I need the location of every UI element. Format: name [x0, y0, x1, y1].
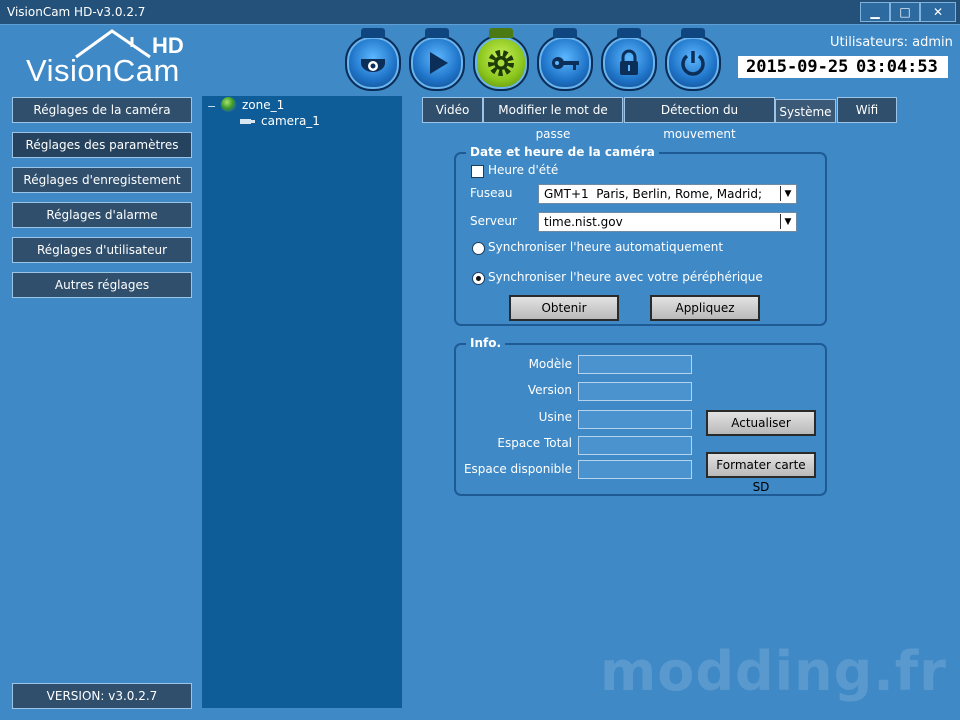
camera-icon [240, 119, 255, 124]
logo-wordmark: VisionCam [26, 53, 180, 88]
device-sync-radio[interactable] [472, 272, 485, 285]
sidebar-item-parameter-settings[interactable]: Réglages des paramètres [12, 132, 192, 158]
watermark: modding.fr [600, 640, 947, 703]
apply-time-button[interactable]: Appliquez [650, 295, 760, 321]
datetime-group-title: Date et heure de la caméra [466, 145, 659, 159]
factory-label: Usine [538, 410, 572, 424]
key-icon[interactable] [537, 28, 593, 91]
version-field-label: Version [527, 383, 572, 397]
current-user-label: Utilisateurs: admin [830, 35, 953, 50]
tab-video[interactable]: Vidéo [422, 97, 483, 123]
free-space-field [578, 460, 692, 479]
auto-sync-radio[interactable] [472, 242, 485, 255]
gear-icon[interactable] [473, 28, 529, 91]
dst-checkbox[interactable] [471, 165, 484, 178]
device-tree: − zone_1 camera_1 [202, 96, 402, 708]
datetime-display: 2015-09-25 03:04:53 [738, 56, 948, 78]
close-button[interactable]: ✕ [920, 2, 956, 22]
tab-motion-detection[interactable]: Détection du mouvement [624, 97, 775, 141]
model-field [578, 355, 692, 374]
sidebar-item-recording-settings[interactable]: Réglages d'enregistement [12, 167, 192, 193]
model-label: Modèle [528, 357, 572, 371]
dst-label: Heure d'été [488, 163, 559, 177]
sidebar-item-camera-settings[interactable]: Réglages de la caméra [12, 97, 192, 123]
chevron-down-icon[interactable]: ▼ [780, 214, 795, 229]
clock-date: 2015-09-25 [746, 57, 849, 77]
get-time-button[interactable]: Obtenir [509, 295, 619, 321]
play-icon[interactable] [409, 28, 465, 91]
version-label: VERSION: v3.0.2.7 [12, 683, 192, 709]
tab-wifi[interactable]: Wifi [837, 97, 897, 123]
lock-icon[interactable] [601, 28, 657, 91]
app-header: HD VisionCam Utilisateurs: admin 2015-09… [0, 25, 960, 91]
globe-icon [221, 97, 236, 112]
sidebar-item-alarm-settings[interactable]: Réglages d'alarme [12, 202, 192, 228]
clock-time: 03:04:53 [856, 57, 938, 77]
factory-field [578, 410, 692, 429]
sidebar-item-other-settings[interactable]: Autres réglages [12, 272, 192, 298]
auto-sync-label: Synchroniser l'heure automatiquement [488, 240, 724, 254]
tree-node-camera[interactable]: camera_1 [261, 114, 320, 128]
ntp-server-select[interactable]: time.nist.gov ▼ [538, 212, 797, 232]
app-window: VisionCam HD-v3.0.2.7 ▁ □ ✕ HD VisionCam [0, 0, 960, 720]
camera-dome-icon[interactable] [345, 28, 401, 91]
server-value: time.nist.gov [544, 215, 623, 229]
format-sd-button[interactable]: Formater carte SD [706, 452, 816, 494]
info-group-title: Info. [466, 336, 506, 350]
tab-system[interactable]: Système [775, 99, 836, 123]
refresh-button[interactable]: Actualiser [706, 410, 816, 436]
visioncam-logo: HD VisionCam [20, 27, 210, 88]
chevron-down-icon[interactable]: ▼ [780, 186, 795, 201]
power-icon[interactable] [665, 28, 721, 91]
title-bar: VisionCam HD-v3.0.2.7 ▁ □ ✕ [0, 0, 960, 25]
tree-collapse-toggle[interactable]: − [207, 100, 216, 113]
total-space-field [578, 436, 692, 455]
device-sync-label: Synchroniser l'heure avec votre péréphér… [488, 270, 763, 284]
version-field [578, 382, 692, 401]
total-space-label: Espace Total [497, 436, 572, 450]
server-label: Serveur [470, 214, 517, 228]
window-title: VisionCam HD-v3.0.2.7 [7, 5, 146, 19]
minimize-button[interactable]: ▁ [860, 2, 890, 22]
free-space-label: Espace disponible [463, 462, 572, 476]
timezone-value: GMT+1 Paris, Berlin, Rome, Madrid; [544, 187, 763, 201]
maximize-button[interactable]: □ [890, 2, 920, 22]
timezone-select[interactable]: GMT+1 Paris, Berlin, Rome, Madrid; ▼ [538, 184, 797, 204]
sidebar-item-user-settings[interactable]: Réglages d'utilisateur [12, 237, 192, 263]
tab-change-password[interactable]: Modifier le mot de passe [483, 97, 623, 141]
timezone-label: Fuseau [470, 186, 513, 200]
tree-node-zone[interactable]: zone_1 [242, 98, 284, 112]
